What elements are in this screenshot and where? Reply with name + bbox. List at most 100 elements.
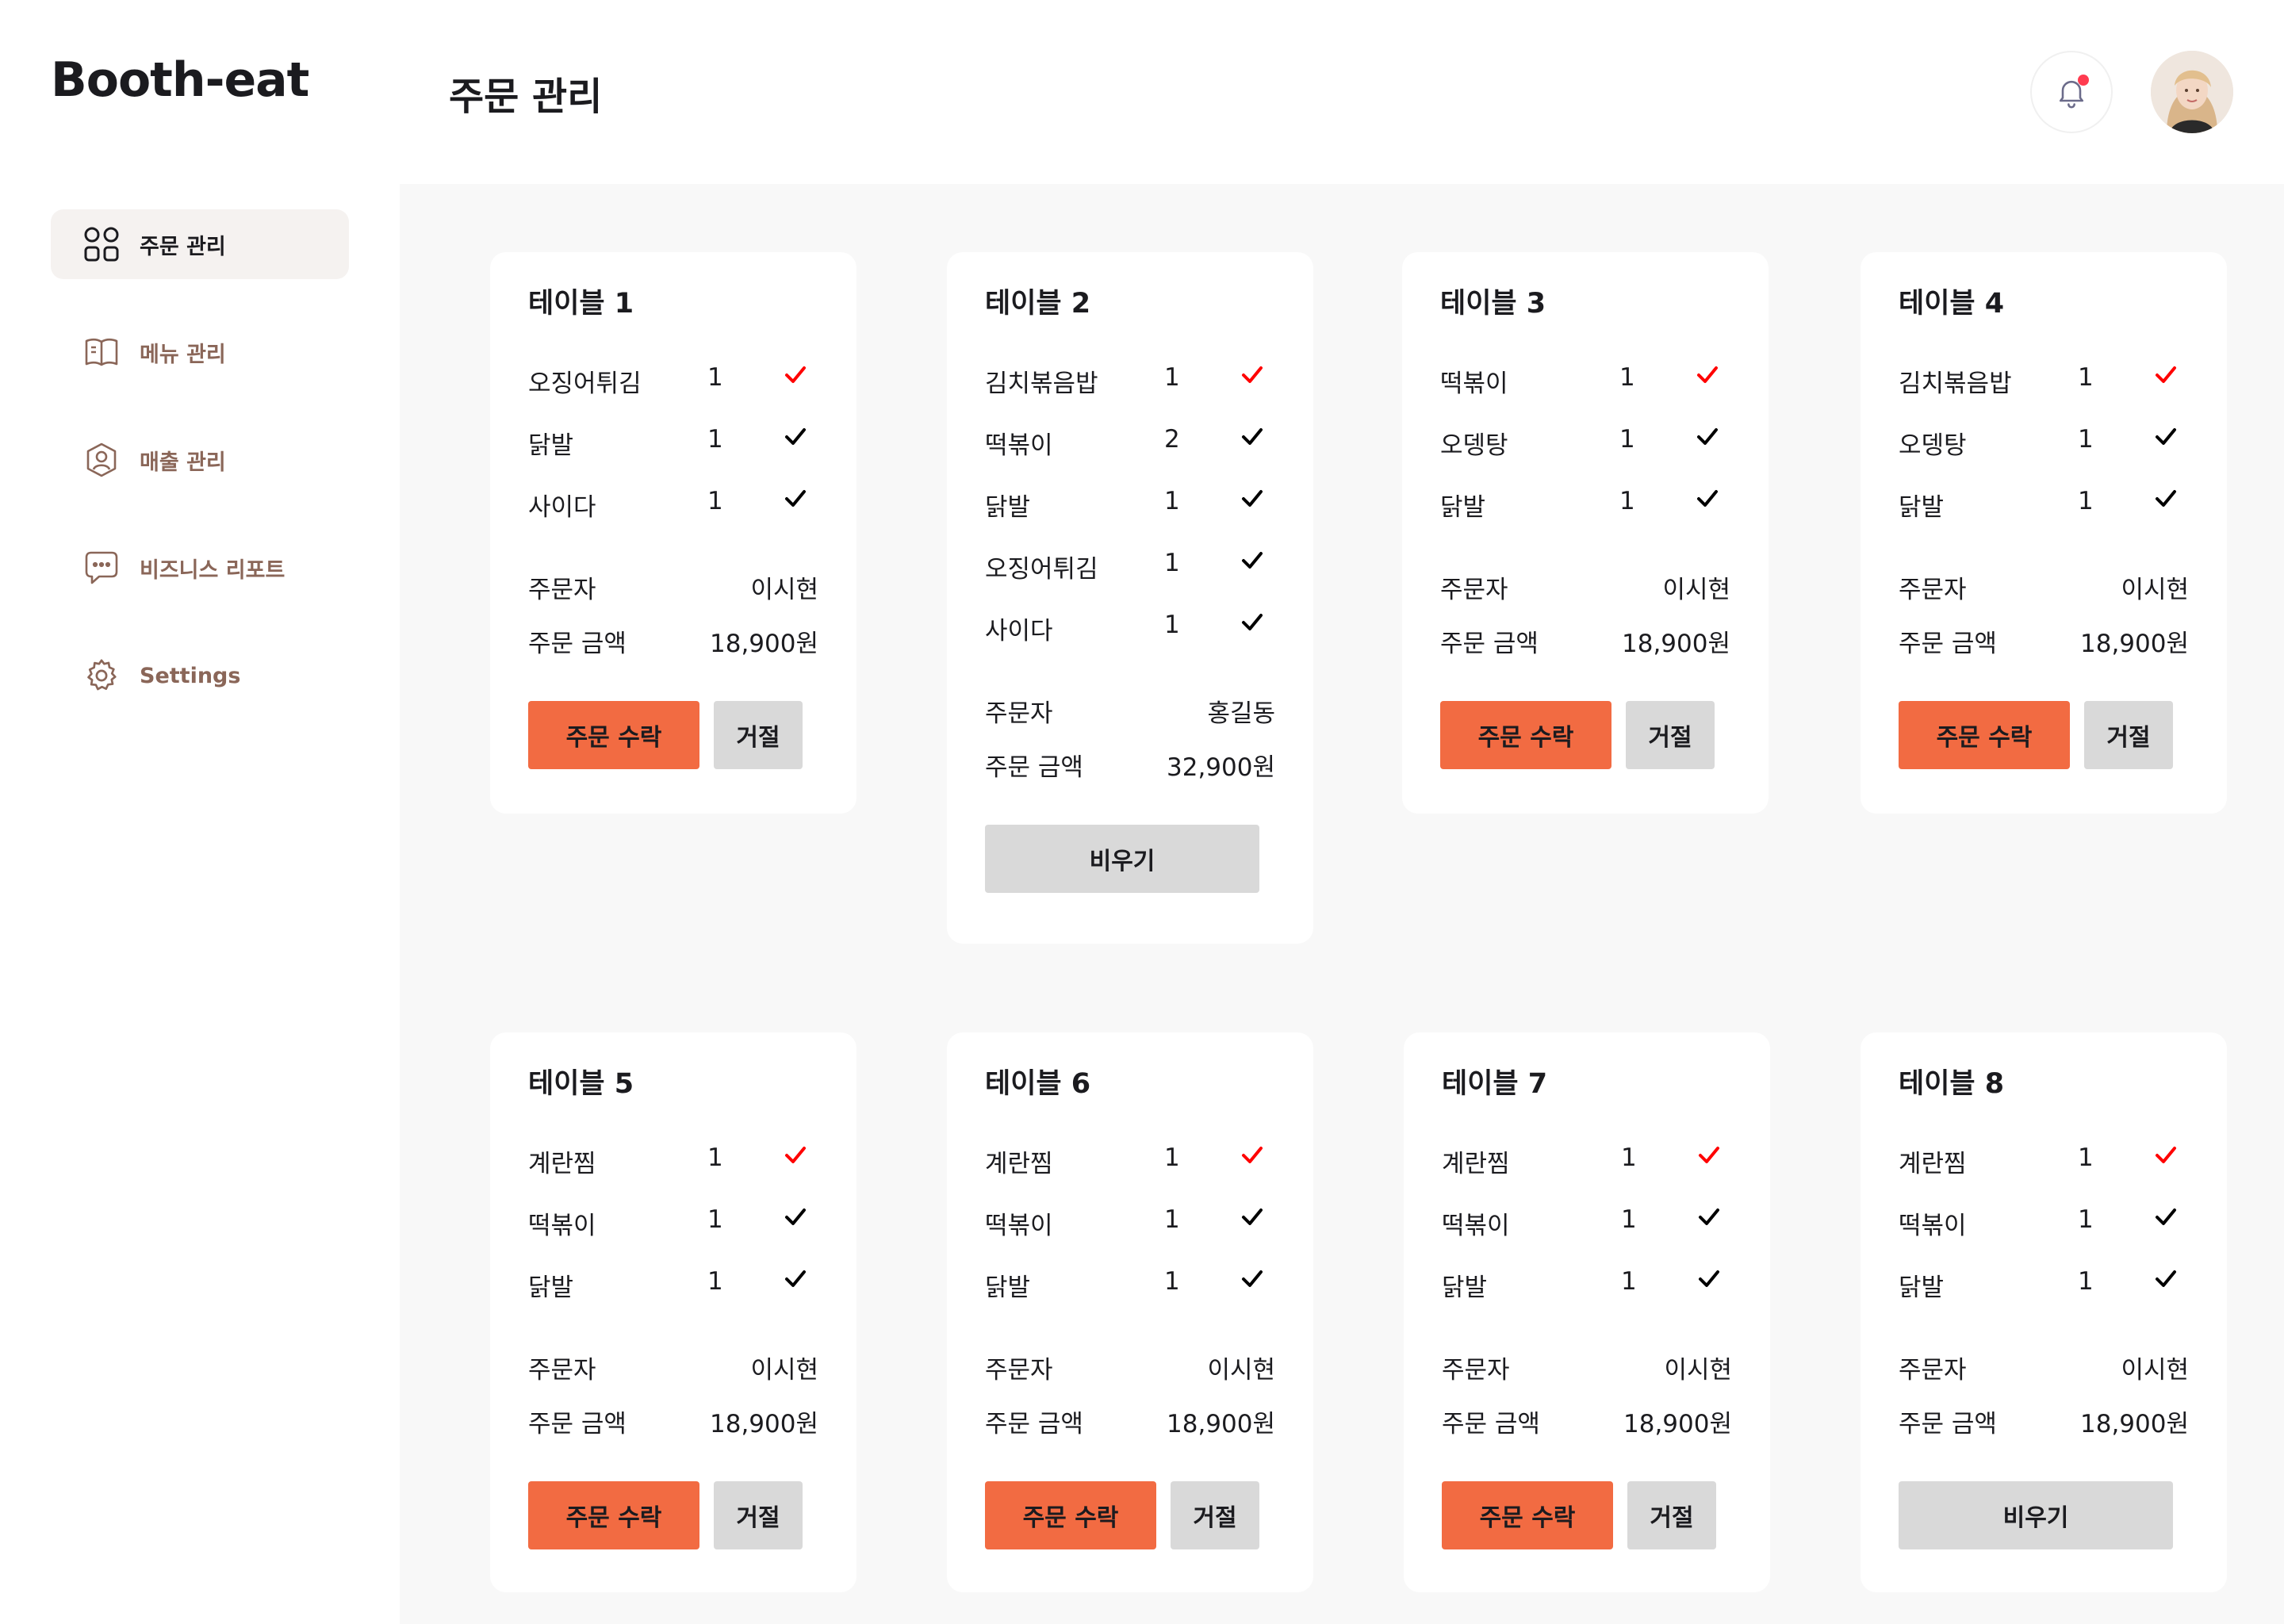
check-icon[interactable] bbox=[1240, 487, 1264, 511]
accept-order-button[interactable]: 주문 수락 bbox=[528, 701, 699, 769]
reject-order-button[interactable]: 거절 bbox=[1171, 1481, 1259, 1549]
app-logo: Booth-eat bbox=[51, 52, 309, 108]
order-item: 떡볶이 1 bbox=[528, 1205, 822, 1240]
item-name: 사이다 bbox=[985, 617, 1053, 645]
check-icon[interactable] bbox=[1240, 425, 1264, 449]
amount-row: 주문 금액 18,900원 bbox=[1899, 1404, 2189, 1438]
clear-table-button[interactable]: 비우기 bbox=[1899, 1481, 2173, 1549]
check-icon[interactable] bbox=[1240, 1205, 1264, 1229]
page-title: 주문 관리 bbox=[449, 75, 603, 119]
amount-row: 주문 금액 18,900원 bbox=[1440, 623, 1730, 658]
orderer-row: 주문자 이시현 bbox=[985, 1350, 1275, 1385]
check-icon[interactable] bbox=[784, 487, 807, 511]
reject-order-button[interactable]: 거절 bbox=[2084, 701, 2173, 769]
check-icon[interactable] bbox=[1697, 1205, 1721, 1229]
check-icon[interactable] bbox=[1240, 549, 1264, 573]
item-name: 계란찜 bbox=[528, 1150, 596, 1178]
item-name: 떡볶이 bbox=[985, 431, 1053, 460]
item-quantity: 1 bbox=[1164, 549, 1180, 577]
accept-order-button[interactable]: 주문 수락 bbox=[1442, 1481, 1613, 1549]
order-item: 사이다 1 bbox=[985, 611, 1278, 645]
item-quantity: 1 bbox=[1621, 1267, 1637, 1296]
check-icon[interactable] bbox=[2154, 487, 2178, 511]
check-icon[interactable] bbox=[1697, 1267, 1721, 1291]
sidebar bbox=[0, 184, 400, 1624]
check-icon[interactable] bbox=[2154, 425, 2178, 449]
item-name: 닭발 bbox=[1440, 493, 1486, 522]
item-name: 계란찜 bbox=[985, 1150, 1053, 1178]
item-name: 김치볶음밥 bbox=[1899, 370, 2012, 398]
check-icon[interactable] bbox=[1696, 425, 1719, 449]
sidebar-item-order-management[interactable]: 주문 관리 bbox=[51, 209, 349, 279]
orderer-label: 주문자 bbox=[1899, 1356, 1967, 1385]
reject-order-button[interactable]: 거절 bbox=[714, 701, 803, 769]
accept-order-button[interactable]: 주문 수락 bbox=[528, 1481, 699, 1549]
orderer-label: 주문자 bbox=[985, 699, 1053, 728]
item-name: 떡볶이 bbox=[1442, 1212, 1510, 1240]
sidebar-item-label: Settings bbox=[140, 663, 241, 688]
order-amount: 18,900원 bbox=[710, 1410, 818, 1438]
sidebar-item-label: 메뉴 관리 bbox=[140, 342, 226, 367]
item-quantity: 1 bbox=[1164, 611, 1180, 639]
check-icon[interactable] bbox=[2154, 1205, 2178, 1229]
orderer-name: 이시현 bbox=[2121, 576, 2189, 604]
check-icon[interactable] bbox=[784, 1205, 807, 1229]
item-quantity: 1 bbox=[2078, 1267, 2094, 1296]
check-icon[interactable] bbox=[1696, 487, 1719, 511]
item-quantity: 1 bbox=[1164, 1267, 1180, 1296]
accept-order-button[interactable]: 주문 수락 bbox=[1899, 701, 2070, 769]
order-item: 오뎅탕 1 bbox=[1440, 425, 1734, 460]
orderer-name: 이시현 bbox=[1664, 1356, 1732, 1385]
order-item: 계란찜 1 bbox=[1442, 1143, 1735, 1178]
sidebar-item-settings[interactable]: Settings bbox=[51, 641, 349, 710]
item-quantity: 2 bbox=[1164, 425, 1180, 454]
amount-row: 주문 금액 18,900원 bbox=[528, 623, 818, 658]
item-name: 오징어튀김 bbox=[528, 370, 642, 398]
sidebar-item-sales-management[interactable]: 매출 관리 bbox=[51, 425, 349, 495]
amount-row: 주문 금액 18,900원 bbox=[1899, 623, 2189, 658]
amount-label: 주문 금액 bbox=[528, 630, 627, 658]
amount-row: 주문 금액 18,900원 bbox=[528, 1404, 818, 1438]
order-amount: 18,900원 bbox=[710, 630, 818, 658]
check-icon-new[interactable] bbox=[2154, 1143, 2178, 1167]
check-icon-new[interactable] bbox=[1240, 1143, 1264, 1167]
table-title: 테이블 5 bbox=[528, 1068, 634, 1100]
check-icon[interactable] bbox=[2154, 1267, 2178, 1291]
order-amount: 18,900원 bbox=[2080, 630, 2189, 658]
reject-order-button[interactable]: 거절 bbox=[1627, 1481, 1716, 1549]
item-name: 김치볶음밥 bbox=[985, 370, 1098, 398]
check-icon-new[interactable] bbox=[784, 363, 807, 387]
sidebar-item-business-report[interactable]: 비즈니스 리포트 bbox=[51, 533, 349, 603]
clear-table-button[interactable]: 비우기 bbox=[985, 825, 1259, 893]
reject-order-button[interactable]: 거절 bbox=[1626, 701, 1715, 769]
check-icon-new[interactable] bbox=[784, 1143, 807, 1167]
grid-icon bbox=[82, 225, 121, 263]
orderer-name: 이시현 bbox=[1662, 576, 1730, 604]
check-icon[interactable] bbox=[1240, 1267, 1264, 1291]
order-item: 닭발 1 bbox=[1899, 1267, 2192, 1302]
avatar[interactable] bbox=[2151, 51, 2233, 133]
amount-label: 주문 금액 bbox=[1442, 1410, 1540, 1438]
order-item: 사이다 1 bbox=[528, 487, 822, 522]
accept-order-button[interactable]: 주문 수락 bbox=[985, 1481, 1156, 1549]
check-icon[interactable] bbox=[784, 425, 807, 449]
check-icon-new[interactable] bbox=[1696, 363, 1719, 387]
check-icon-new[interactable] bbox=[2154, 363, 2178, 387]
check-icon-new[interactable] bbox=[1697, 1143, 1721, 1167]
item-quantity: 1 bbox=[707, 487, 723, 515]
check-icon-new[interactable] bbox=[1240, 363, 1264, 387]
check-icon[interactable] bbox=[784, 1267, 807, 1291]
orderer-label: 주문자 bbox=[1442, 1356, 1510, 1385]
item-quantity: 1 bbox=[707, 425, 723, 454]
accept-order-button[interactable]: 주문 수락 bbox=[1440, 701, 1611, 769]
item-name: 떡볶이 bbox=[1440, 370, 1508, 398]
check-icon[interactable] bbox=[1240, 611, 1264, 634]
item-name: 닭발 bbox=[1899, 493, 1945, 522]
amount-row: 주문 금액 32,900원 bbox=[985, 747, 1275, 782]
reject-order-button[interactable]: 거절 bbox=[714, 1481, 803, 1549]
orderer-name: 이시현 bbox=[2121, 1356, 2189, 1385]
user-avatar-icon bbox=[2151, 51, 2233, 133]
orderer-row: 주문자 이시현 bbox=[1440, 569, 1730, 604]
notification-button[interactable] bbox=[2030, 51, 2113, 133]
sidebar-item-menu-management[interactable]: 메뉴 관리 bbox=[51, 317, 349, 387]
